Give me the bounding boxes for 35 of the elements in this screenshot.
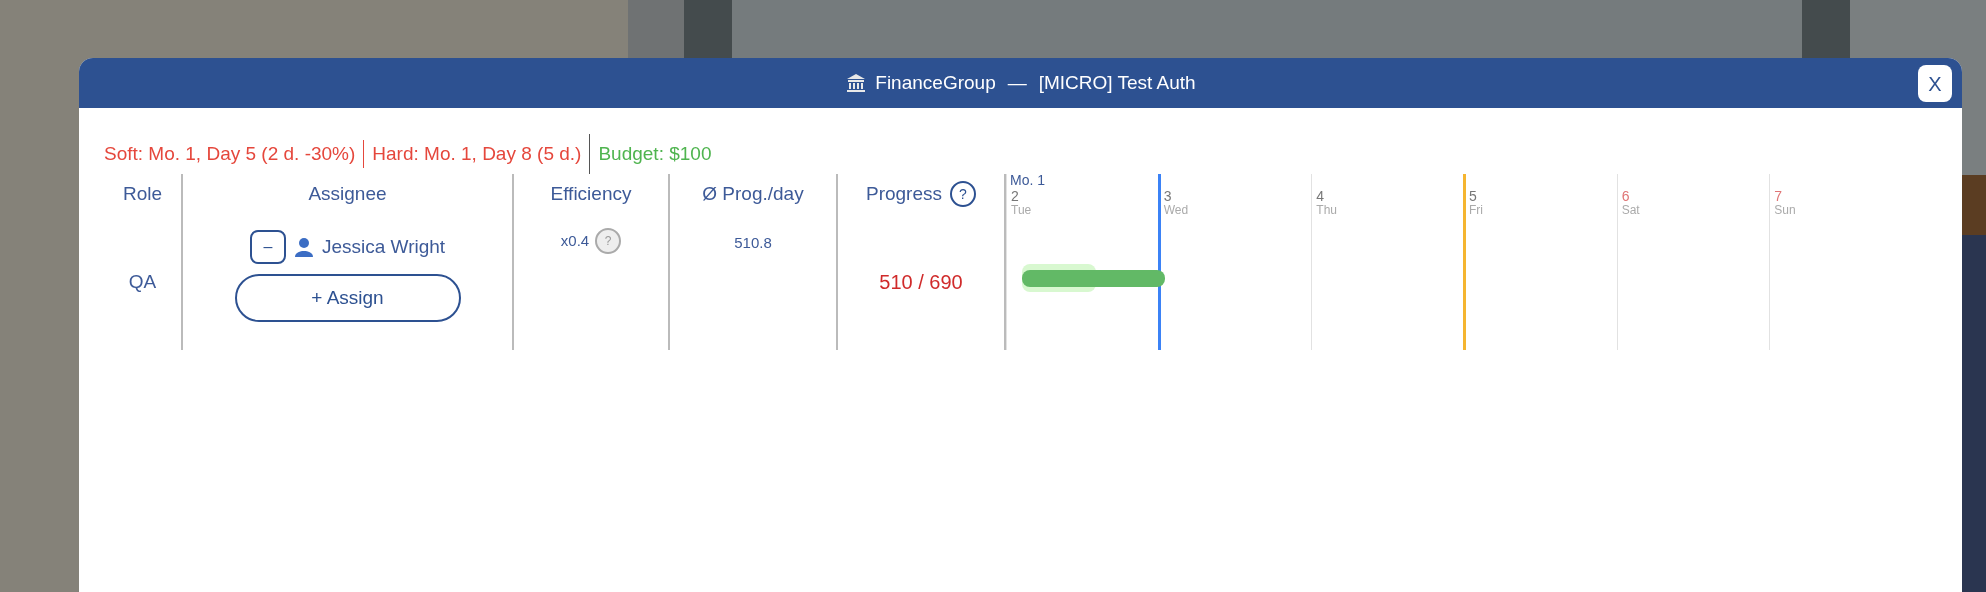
help-button[interactable]: ? (950, 181, 976, 207)
column-header: Role (122, 181, 163, 206)
budget-label: Budget: $100 (597, 141, 712, 166)
hard-deadline: Hard: Mo. 1, Day 8 (5 d.) (371, 141, 583, 166)
title-separator: — (1007, 70, 1027, 95)
weekday-label: Thu (1316, 204, 1339, 217)
day-number: 5 (1469, 188, 1478, 204)
close-button[interactable]: X (1918, 65, 1952, 102)
weekday-label: Sun (1774, 204, 1797, 217)
soft-deadline: Soft: Mo. 1, Day 5 (2 d. -30%) (104, 141, 357, 166)
weekday-label: Sat (1621, 204, 1641, 217)
column-header: Progress (866, 181, 942, 206)
window-subtitle: [MICRO] Test Auth (1038, 70, 1196, 95)
remove-button[interactable]: – (249, 230, 286, 264)
column-header: Ø Prog./day (702, 181, 804, 206)
role-cell-text: QA (128, 269, 157, 294)
progress-per-day: 510.8 (734, 222, 772, 255)
day-number: 4 (1316, 188, 1326, 204)
month-label: Mo. 1 (1010, 171, 1045, 190)
weekday-label: Wed (1163, 204, 1190, 217)
weekday-label: Fri (1469, 204, 1484, 217)
bank-icon (845, 72, 868, 94)
person-icon (293, 237, 314, 257)
day-number: 2 (1011, 188, 1020, 204)
day-number: 7 (1774, 188, 1784, 204)
day-number: 6 (1621, 188, 1631, 204)
progress-value: 510 / 690 (879, 270, 963, 295)
day-number: 3 (1163, 188, 1173, 204)
weekday-label: Tue (1011, 204, 1033, 217)
column-header: Efficiency (550, 181, 632, 206)
efficiency-value: x0.4 (560, 230, 590, 251)
window-title: FinanceGroup (875, 70, 996, 95)
assign-button[interactable]: + Assign (234, 274, 461, 322)
column-header: Assignee (308, 181, 387, 206)
assignee-name: Jessica Wright (321, 234, 446, 259)
